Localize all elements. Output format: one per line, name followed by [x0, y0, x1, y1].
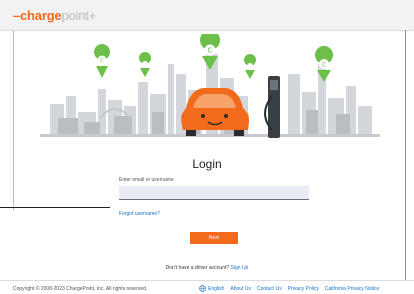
email-input[interactable] [119, 186, 309, 200]
footer-link-california-privacy-notice[interactable]: California Privacy Notice [325, 286, 379, 292]
logo-plus: t+ [85, 8, 97, 23]
chargepoint-logo[interactable]: –chargepoint+ [13, 8, 96, 23]
city-skyline-illustration: C C C [40, 34, 380, 138]
logo-point: poin [61, 8, 86, 23]
no-account-text: Don't have a driver account? [165, 265, 230, 271]
annotation-line [0, 207, 110, 208]
svg-text:C: C [100, 58, 104, 64]
charger-pin-icon [139, 52, 152, 77]
footer-link-about-us[interactable]: About Us [230, 286, 251, 292]
frame-edge-right [405, 30, 406, 280]
logo-charge: charge [20, 8, 62, 23]
globe-icon[interactable] [199, 285, 206, 292]
footer-link-privacy-policy[interactable]: Privacy Policy [288, 286, 319, 292]
charger-pin-icon [244, 54, 257, 79]
charging-station-icon [264, 76, 280, 138]
email-label: Enter email or username [119, 177, 174, 183]
top-header: –chargepoint+ [0, 0, 414, 31]
logo-dash: – [13, 8, 21, 23]
car-icon [181, 88, 249, 136]
footer: Copyright © 2008-2023 ChargePoint, Inc. … [0, 280, 414, 294]
sign-up-link[interactable]: Sign Up [231, 265, 249, 271]
frame-edge-left [13, 30, 14, 210]
signup-prompt: Don't have a driver account? Sign Up [0, 265, 414, 271]
charger-pin-icon: C [94, 44, 111, 78]
forgot-username-link[interactable]: Forgot username? [119, 211, 160, 217]
footer-link-contact-us[interactable]: Contact Us [257, 286, 282, 292]
svg-text:C: C [208, 47, 213, 55]
next-button[interactable]: Next [190, 232, 238, 244]
language-selector[interactable]: English [208, 286, 224, 292]
copyright-text: Copyright © 2008-2023 ChargePoint, Inc. … [13, 286, 148, 292]
charger-pin-icon: C [315, 46, 334, 82]
footer-links: English About Us Contact Us Privacy Poli… [199, 285, 385, 292]
svg-text:C: C [322, 62, 326, 69]
login-title: Login [192, 157, 222, 171]
